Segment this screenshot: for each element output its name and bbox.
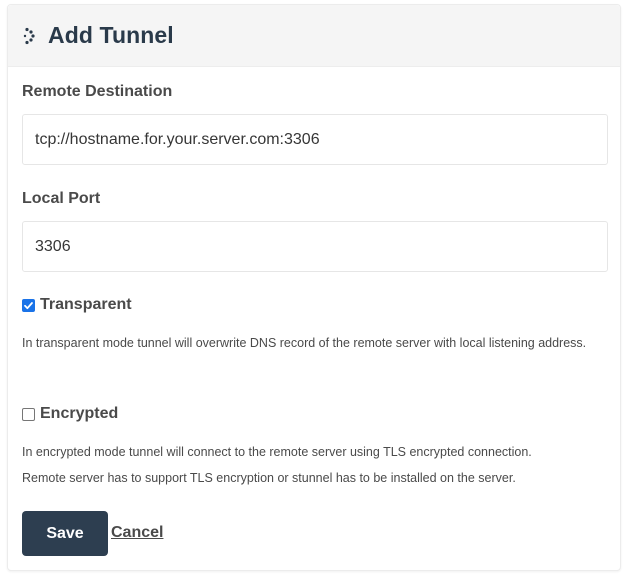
- local-port-input[interactable]: [22, 221, 608, 272]
- local-port-label: Local Port: [22, 190, 101, 207]
- transparent-checkbox[interactable]: [22, 298, 35, 312]
- page-title: Add Tunnel: [48, 22, 174, 48]
- transparent-checkbox-row[interactable]: Transparent: [22, 296, 132, 314]
- remote-destination-input[interactable]: [22, 114, 608, 165]
- transparent-help-text: In transparent mode tunnel will overwrit…: [22, 336, 587, 350]
- checkmark-icon: [24, 301, 33, 309]
- card-header: Add Tunnel: [8, 5, 620, 67]
- add-tunnel-card: Add Tunnel Remote Destination Local Port…: [7, 4, 621, 571]
- encrypted-label[interactable]: Encrypted: [40, 405, 118, 423]
- encrypted-help-line-1: In encrypted mode tunnel will connect to…: [22, 445, 532, 459]
- encrypted-checkbox-row[interactable]: Encrypted: [22, 405, 118, 423]
- cancel-link[interactable]: Cancel: [111, 524, 163, 542]
- encrypted-checkbox[interactable]: [22, 407, 35, 421]
- spinner-dots-icon: [22, 27, 38, 45]
- save-button[interactable]: Save: [22, 511, 108, 556]
- transparent-label[interactable]: Transparent: [40, 296, 132, 314]
- encrypted-help-line-2: Remote server has to support TLS encrypt…: [22, 471, 516, 485]
- encrypted-help-text: In encrypted mode tunnel will connect to…: [22, 439, 602, 491]
- remote-destination-label: Remote Destination: [22, 83, 173, 100]
